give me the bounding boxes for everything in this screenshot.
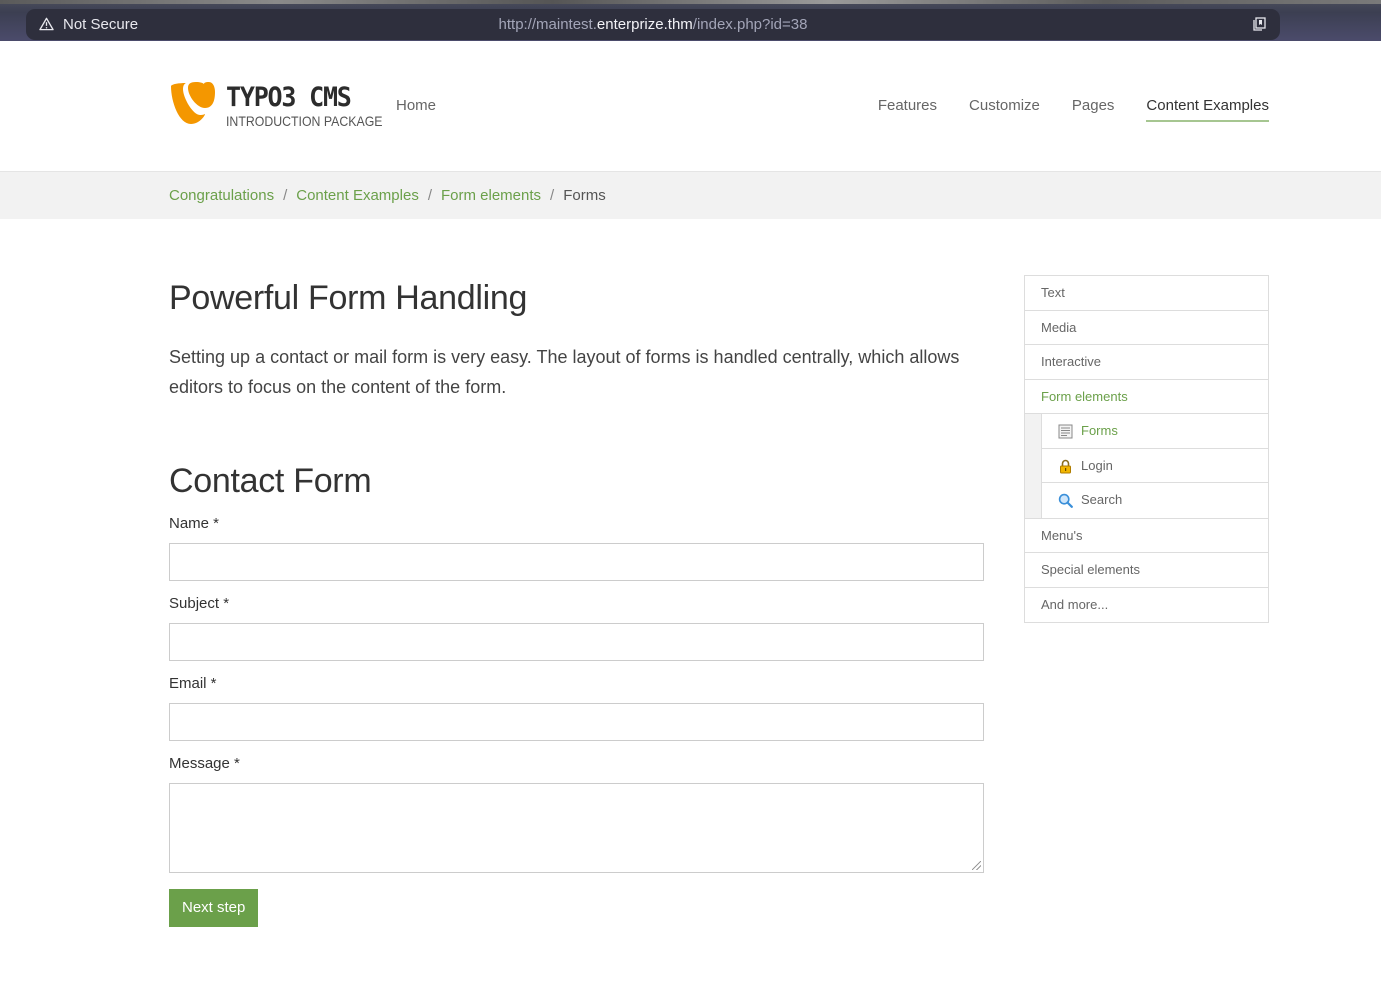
subject-field[interactable] (169, 623, 984, 661)
nav-pages[interactable]: Pages (1072, 97, 1115, 122)
nav-content-examples[interactable]: Content Examples (1146, 97, 1269, 122)
email-label: Email * (169, 675, 217, 692)
sidebar-menu: Text Media Interactive Form elements For… (1024, 275, 1269, 623)
sidebar-subitem-forms[interactable]: Forms (1041, 414, 1268, 449)
sidebar-item-text[interactable]: Text (1025, 276, 1268, 311)
breadcrumb: Congratulations / Content Examples / For… (169, 187, 606, 204)
subject-label: Subject * (169, 595, 230, 612)
sidebar-subitem-label: Login (1081, 457, 1113, 473)
sidebar-item-interactive[interactable]: Interactive (1025, 345, 1268, 380)
breadcrumb-bar: Congratulations / Content Examples / For… (0, 172, 1381, 219)
next-step-button[interactable]: Next step (169, 889, 259, 927)
site-logo[interactable]: TYPO3 CMS INTRODUCTION PACKAGE (169, 80, 383, 130)
lock-icon (1060, 459, 1071, 473)
nav-customize[interactable]: Customize (969, 97, 1040, 122)
sidebar-subitem-label: Forms (1081, 423, 1118, 438)
name-label: Name * (169, 515, 220, 532)
url-host: enterprize.thm (596, 16, 693, 33)
logo-title: TYPO3 CMS (226, 81, 352, 113)
contact-form: Name * Subject * Email * Message * Next … (169, 515, 984, 927)
form-icon (1058, 424, 1073, 439)
breadcrumb-current: Forms (563, 187, 606, 204)
url-text[interactable]: http://maintest.enterprize.thm/index.php… (26, 16, 1280, 33)
browser-toolbar: Not Secure http://maintest.enterprize.th… (0, 0, 1381, 41)
main-nav: Features Customize Pages Content Example… (878, 97, 1269, 122)
message-label: Message * (169, 755, 240, 772)
main-content: Powerful Form Handling Setting up a cont… (169, 275, 984, 927)
url-path: /index.php?id=38 (692, 16, 808, 33)
site-header: TYPO3 CMS INTRODUCTION PACKAGE Home Feat… (0, 41, 1381, 172)
sidebar-item-form-elements[interactable]: Form elements (1025, 380, 1268, 414)
breadcrumb-form-elements[interactable]: Form elements (441, 187, 541, 204)
sidebar-item-menus[interactable]: Menu's (1025, 519, 1268, 553)
sidebar-submenu: Forms Login Search (1025, 414, 1268, 519)
url-prefix: http://maintest. (498, 16, 597, 33)
sidebar-item-media[interactable]: Media (1025, 311, 1268, 345)
sidebar-item-special-elements[interactable]: Special elements (1025, 553, 1268, 588)
resize-grip-icon[interactable] (972, 861, 981, 870)
sidebar-subitem-label: Search (1081, 492, 1123, 507)
sidebar-item-and-more[interactable]: And more... (1025, 588, 1268, 623)
breadcrumb-separator: / (283, 187, 288, 204)
bookmark-icon[interactable] (1253, 17, 1266, 31)
breadcrumb-congratulations[interactable]: Congratulations (169, 187, 274, 204)
email-field[interactable] (169, 703, 984, 741)
nav-home[interactable]: Home (396, 97, 436, 114)
page-title: Powerful Form Handling (169, 279, 528, 317)
lead-paragraph: Setting up a contact or mail form is ver… (169, 347, 960, 397)
name-field[interactable] (169, 543, 984, 581)
breadcrumb-separator: / (550, 187, 555, 204)
address-bar[interactable]: Not Secure http://maintest.enterprize.th… (26, 9, 1280, 40)
logo-subtitle: INTRODUCTION PACKAGE (226, 113, 383, 129)
form-title: Contact Form (169, 462, 372, 500)
breadcrumb-separator: / (427, 187, 432, 204)
sidebar-subitem-login[interactable]: Login (1041, 448, 1268, 483)
breadcrumb-content-examples[interactable]: Content Examples (296, 187, 419, 204)
magnifier-icon (1058, 493, 1073, 508)
nav-features[interactable]: Features (878, 97, 937, 122)
sidebar-subitem-search[interactable]: Search (1041, 483, 1268, 518)
message-field[interactable] (169, 783, 984, 873)
typo3-logo-icon (171, 82, 215, 124)
